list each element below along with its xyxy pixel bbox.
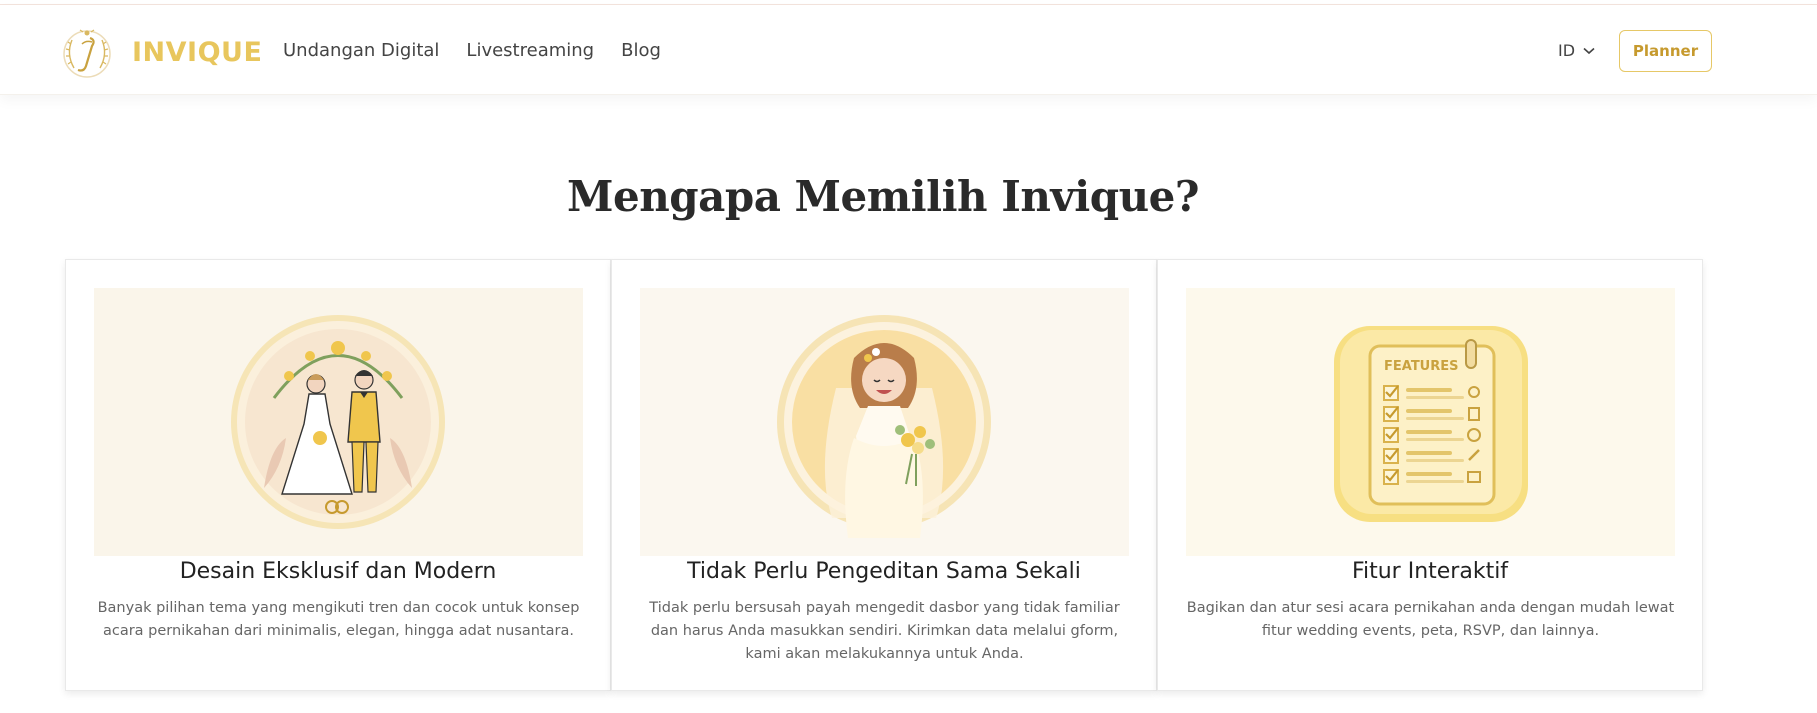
language-selector[interactable]: ID (1558, 41, 1595, 60)
nav-blog[interactable]: Blog (621, 39, 661, 63)
chevron-down-icon (1583, 47, 1595, 54)
card-title: Desain Eksklusif dan Modern (179, 559, 497, 584)
feature-cards: Desain Eksklusif dan Modern Banyak pilih… (65, 259, 1703, 691)
svg-text:FEATURES: FEATURES (1384, 359, 1459, 374)
card-title: Tidak Perlu Pengeditan Sama Sekali (687, 559, 1081, 584)
feature-card: Desain Eksklusif dan Modern Banyak pilih… (65, 259, 611, 691)
card-description: Bagikan dan atur sesi acara pernikahan a… (1186, 600, 1675, 639)
site-header: INVIQUE Undangan Digital Livestreaming B… (0, 5, 1817, 95)
features-checklist-icon: FEATURES (1186, 288, 1675, 556)
nav-undangan-digital[interactable]: Undangan Digital (283, 39, 439, 63)
feature-card: Tidak Perlu Pengeditan Sama Sekali Tidak… (611, 259, 1157, 691)
card-description: Banyak pilihan tema yang mengikuti tren … (97, 600, 580, 639)
bride-and-groom-illustration (94, 288, 583, 556)
card-description: Tidak perlu bersusah payah mengedit dasb… (649, 600, 1120, 662)
logo-emblem-icon (63, 29, 111, 78)
language-label: ID (1558, 41, 1576, 60)
feature-card: FEATURES Fitur Interaktif Bagikan dan at… (1157, 259, 1703, 691)
card-title: Fitur Interaktif (1351, 559, 1509, 584)
smiling-bride-illustration (640, 288, 1129, 556)
section-title: Mengapa Memilih Invique? (567, 172, 1200, 221)
logo[interactable]: INVIQUE (60, 24, 262, 80)
main-nav: Undangan Digital Livestreaming Blog (283, 39, 688, 63)
planner-button[interactable]: Planner (1619, 30, 1712, 72)
nav-livestreaming[interactable]: Livestreaming (466, 39, 594, 63)
brand-name: INVIQUE (132, 36, 263, 68)
